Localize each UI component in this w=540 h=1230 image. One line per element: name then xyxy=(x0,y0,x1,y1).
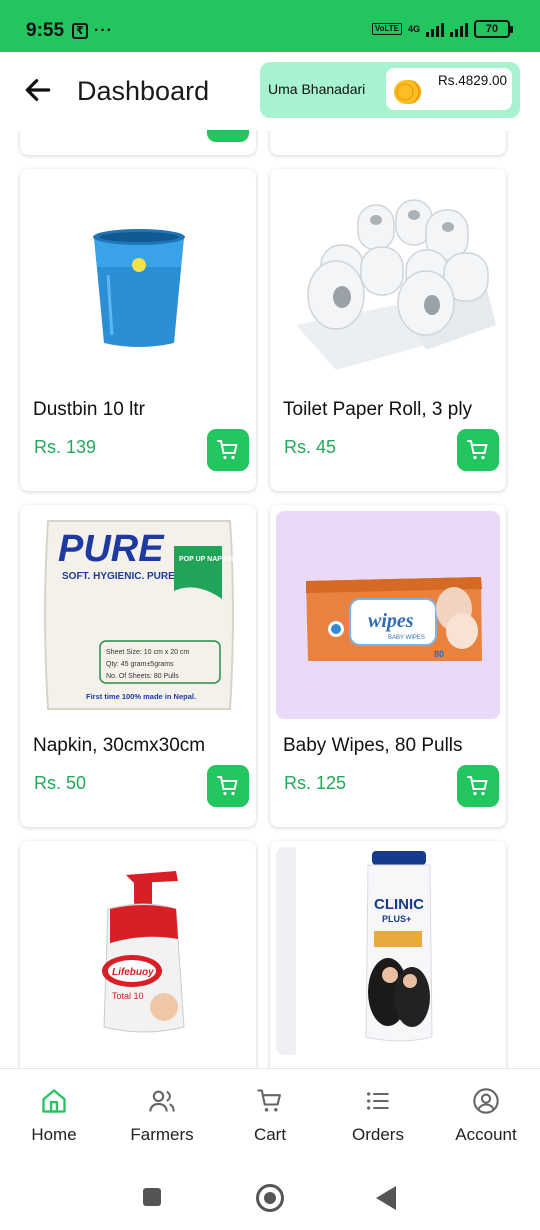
product-name: Toilet Paper Roll, 3 ply xyxy=(283,399,473,420)
nav-label: Orders xyxy=(352,1125,404,1144)
nav-account[interactable]: Account xyxy=(436,1087,536,1145)
cart-icon xyxy=(467,776,488,796)
back-button[interactable] xyxy=(376,1186,396,1210)
product-image[interactable] xyxy=(276,175,500,383)
page-title: Dashboard xyxy=(77,76,210,106)
product-price: Rs. 139 xyxy=(34,437,97,457)
coin-stack-icon xyxy=(394,80,421,104)
toilet-paper-image xyxy=(276,175,500,383)
network-type: 4G xyxy=(407,24,420,34)
product-card-partial[interactable] xyxy=(20,130,256,155)
volte-badge: VoLTE xyxy=(371,23,402,35)
cart-icon xyxy=(467,440,488,460)
wipes-brand: wipes xyxy=(368,610,414,632)
nav-home[interactable]: Home xyxy=(4,1087,104,1145)
status-notifications: ₹ ··· xyxy=(72,22,113,40)
cart-icon xyxy=(217,776,238,796)
product-image[interactable]: Lifebuoy Total 10 xyxy=(26,847,250,1055)
product-name: Dustbin 10 ltr xyxy=(33,399,145,420)
more-notifications-icon: ··· xyxy=(94,22,113,39)
pure-spec-1: Sheet Size: 10 cm x 20 cm xyxy=(106,649,189,656)
nav-label: Cart xyxy=(253,1125,287,1144)
pure-badge: POP UP NAPKINS xyxy=(179,556,239,563)
product-card[interactable]: Lifebuoy Total 10 xyxy=(20,841,256,1068)
wipes-count: 80 xyxy=(434,649,444,659)
list-icon xyxy=(367,1092,389,1110)
recent-apps-button[interactable] xyxy=(143,1188,161,1206)
product-price: Rs. 45 xyxy=(284,437,337,457)
shampoo-image: CLINIC PLUS+ xyxy=(276,847,500,1055)
product-image[interactable]: CLINIC PLUS+ xyxy=(276,847,500,1055)
pure-brand: PURE xyxy=(58,528,165,570)
pure-footer: First time 100% made in Nepal. xyxy=(86,692,196,701)
cart-icon xyxy=(257,1089,281,1112)
nav-label: Account xyxy=(455,1125,517,1144)
add-to-cart-button[interactable] xyxy=(207,765,249,807)
product-image[interactable]: wipes BABY WIPES 80 xyxy=(276,511,500,719)
wallet-balance-box: Rs.4829.00 xyxy=(386,68,512,110)
product-name: Napkin, 30cmx30cm xyxy=(33,735,206,756)
add-to-cart-button[interactable] xyxy=(457,765,499,807)
add-to-cart-button[interactable] xyxy=(207,429,249,471)
nav-cart[interactable]: Cart xyxy=(220,1087,320,1145)
product-card-partial[interactable] xyxy=(270,130,506,155)
product-image[interactable]: PURE SOFT. HYGIENIC. PURE. POP UP NAPKIN… xyxy=(26,511,250,719)
handwash-image: Lifebuoy Total 10 xyxy=(26,847,250,1055)
pure-spec-2: Qty: 45 gram±5grams xyxy=(106,661,174,668)
nav-label: Farmers xyxy=(130,1125,194,1144)
nav-farmers[interactable]: Farmers xyxy=(112,1087,212,1145)
product-card[interactable]: Toilet Paper Roll, 3 ply Rs. 45 xyxy=(270,169,506,491)
home-icon xyxy=(42,1089,66,1113)
dustbin-image xyxy=(26,175,250,383)
rupee-icon: ₹ xyxy=(72,23,88,39)
lifebuoy-brand: Lifebuoy xyxy=(112,967,154,978)
add-to-cart-button[interactable] xyxy=(207,130,249,142)
pure-spec-3: No. Of Sheets: 80 Pulls xyxy=(106,673,179,680)
product-card[interactable]: CLINIC PLUS+ xyxy=(270,841,506,1068)
wipes-label: BABY WIPES xyxy=(388,635,425,641)
battery-icon: 70 xyxy=(474,20,513,38)
product-card[interactable]: Dustbin 10 ltr Rs. 139 xyxy=(20,169,256,491)
cart-icon xyxy=(217,440,238,460)
product-image[interactable] xyxy=(26,175,250,383)
account-circle-icon xyxy=(473,1088,499,1114)
bottom-navigation: Home Farmers Cart Orders Account xyxy=(0,1068,540,1160)
user-wallet-chip[interactable]: Uma Bhanadari Rs.4829.00 xyxy=(260,62,520,118)
home-button[interactable] xyxy=(256,1184,284,1212)
napkin-pack-image: PURE SOFT. HYGIENIC. PURE. POP UP NAPKIN… xyxy=(26,511,250,719)
add-to-cart-button[interactable] xyxy=(457,429,499,471)
signal-strength-icon xyxy=(426,21,444,37)
arrow-left-icon[interactable] xyxy=(22,74,54,106)
product-name: Baby Wipes, 80 Pulls xyxy=(283,735,463,756)
baby-wipes-image: wipes BABY WIPES 80 xyxy=(276,511,500,719)
system-navigation-bar xyxy=(0,1160,540,1230)
status-time: 9:55 xyxy=(26,20,65,41)
lifebuoy-variant: Total 10 xyxy=(112,991,144,1001)
status-indicators: VoLTE 4G 70 xyxy=(371,20,513,38)
status-bar: 9:55 ₹ ··· VoLTE 4G 70 xyxy=(0,0,540,52)
product-price: Rs. 125 xyxy=(284,773,347,793)
wallet-balance: Rs.4829.00 xyxy=(438,73,508,88)
clinic-brand: CLINIC xyxy=(374,896,424,913)
user-name: Uma Bhanadari xyxy=(268,81,366,97)
product-price: Rs. 50 xyxy=(34,773,87,793)
app-header: Dashboard Uma Bhanadari Rs.4829.00 xyxy=(0,52,540,130)
product-card[interactable]: wipes BABY WIPES 80 Baby Wipes, 80 Pulls… xyxy=(270,505,506,827)
product-grid[interactable]: Dustbin 10 ltr Rs. 139 Toilet Paper Roll… xyxy=(0,130,540,1068)
users-icon xyxy=(149,1090,175,1112)
nav-label: Home xyxy=(31,1125,77,1144)
nav-orders[interactable]: Orders xyxy=(328,1087,428,1145)
pure-tagline: SOFT. HYGIENIC. PURE. xyxy=(62,571,178,582)
product-card[interactable]: PURE SOFT. HYGIENIC. PURE. POP UP NAPKIN… xyxy=(20,505,256,827)
clinic-sub: PLUS+ xyxy=(382,914,411,924)
signal-strength-icon-2 xyxy=(450,21,468,37)
